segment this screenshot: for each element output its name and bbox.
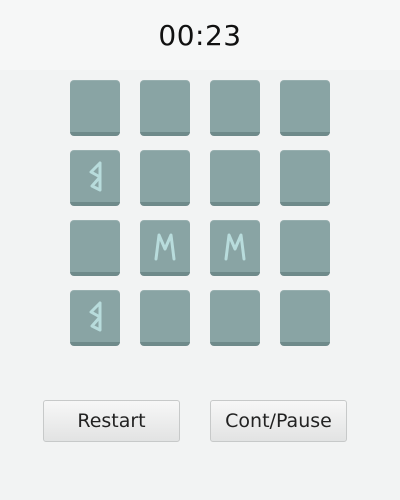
tile-r2-c2[interactable]	[140, 150, 190, 206]
timer-display: 00:23	[0, 0, 400, 70]
tile-r4-c1[interactable]	[70, 290, 120, 346]
tile-r4-c3[interactable]	[210, 290, 260, 346]
tile-board	[70, 80, 330, 346]
tile-r2-c4[interactable]	[280, 150, 330, 206]
rune-arrow-icon	[89, 161, 102, 192]
tile-r3-c1[interactable]	[70, 220, 120, 276]
tile-r1-c3[interactable]	[210, 80, 260, 136]
rune-m-icon	[154, 233, 176, 261]
tile-r4-c4[interactable]	[280, 290, 330, 346]
tile-r2-c3[interactable]	[210, 150, 260, 206]
cont-pause-button[interactable]: Cont/Pause	[210, 400, 347, 442]
rune-m-icon	[224, 233, 246, 261]
restart-button[interactable]: Restart	[43, 400, 180, 442]
tile-r4-c2[interactable]	[140, 290, 190, 346]
rune-arrow-icon	[89, 301, 102, 332]
tile-r2-c1[interactable]	[70, 150, 120, 206]
tile-r3-c2[interactable]	[140, 220, 190, 276]
tile-r1-c1[interactable]	[70, 80, 120, 136]
memory-game-window: 00:23 Restart Cont/Pause	[0, 0, 400, 500]
tile-r3-c3[interactable]	[210, 220, 260, 276]
tile-r1-c2[interactable]	[140, 80, 190, 136]
tile-r1-c4[interactable]	[280, 80, 330, 136]
tile-r3-c4[interactable]	[280, 220, 330, 276]
